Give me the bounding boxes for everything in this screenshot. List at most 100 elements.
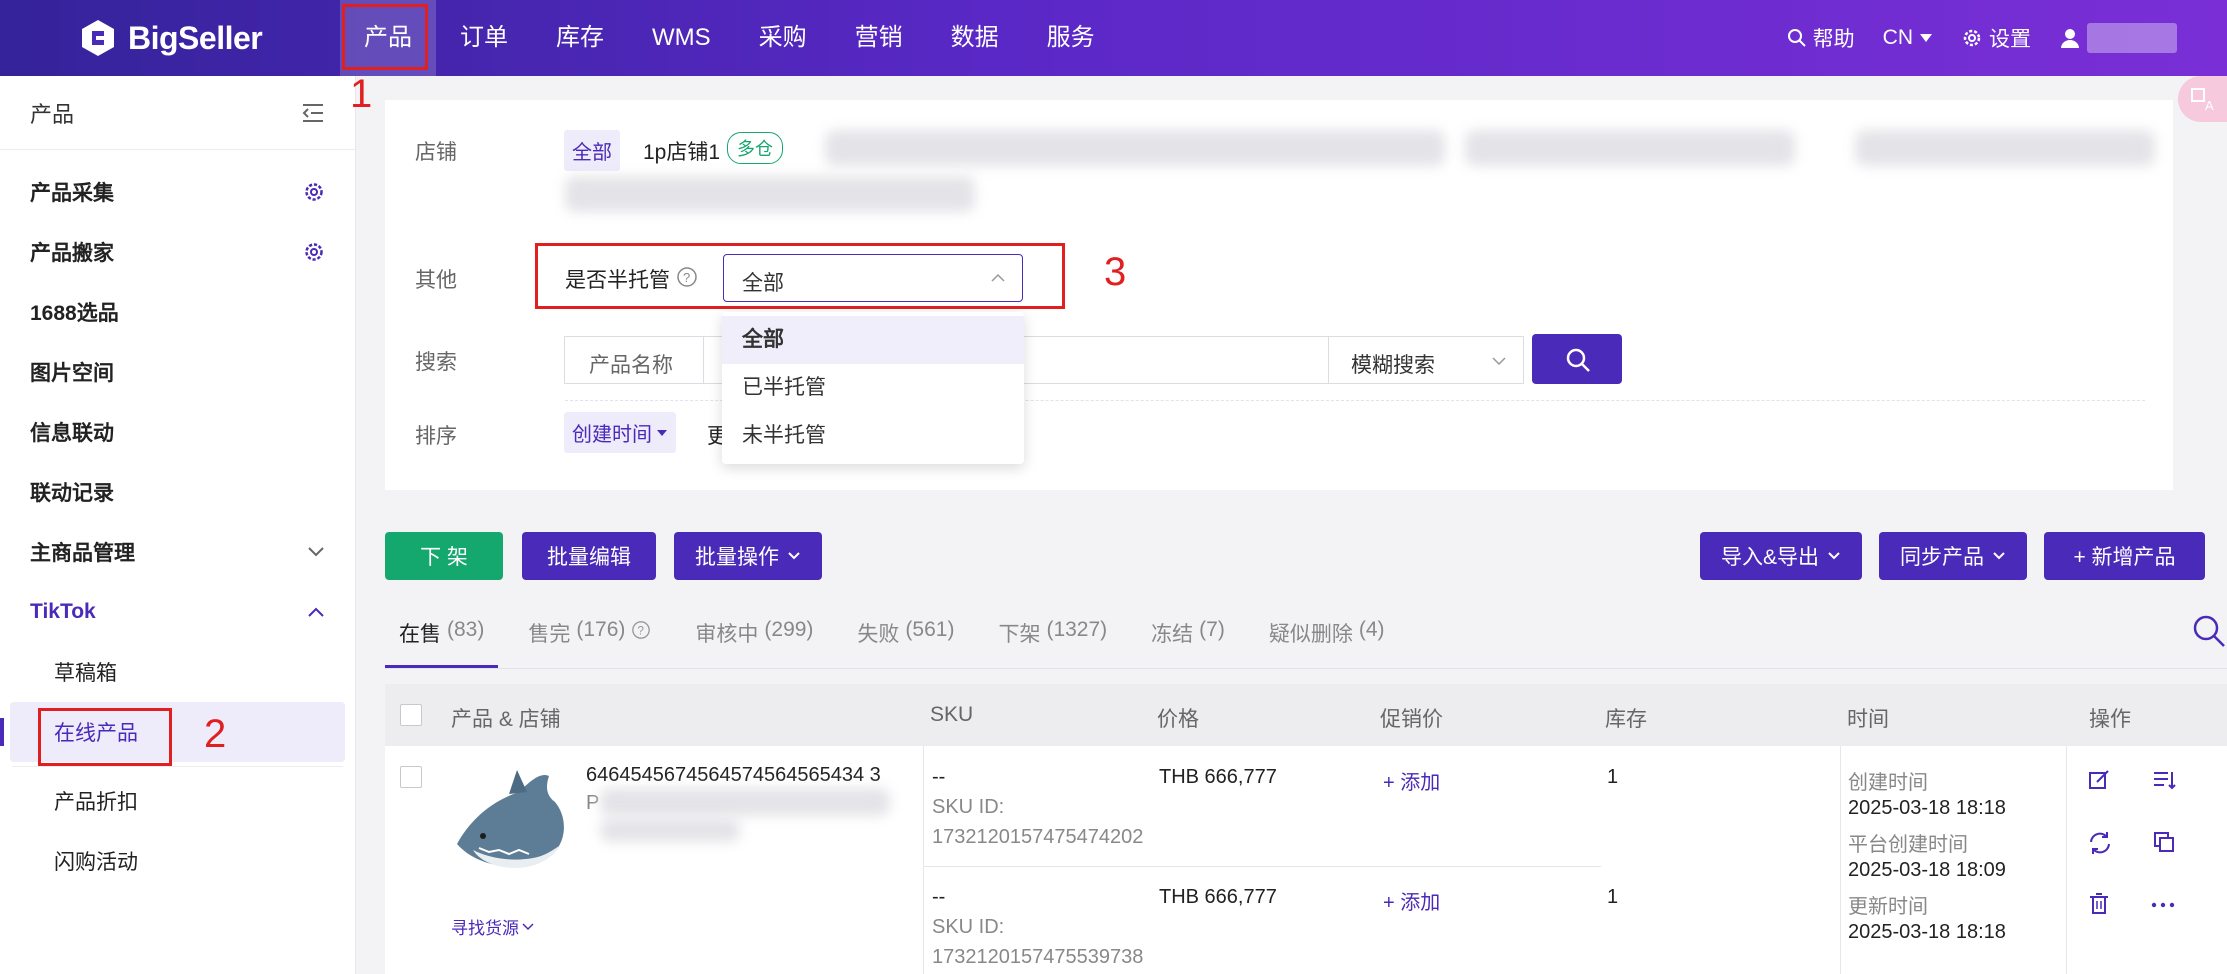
sidebar-item-flash-sales[interactable]: 闪购活动 [0,831,355,891]
help-circle-icon[interactable]: ? [631,620,651,640]
tab-sold-out[interactable]: 售完 (176) ? [514,618,665,668]
redacted-stores [825,130,1445,166]
nav-marketing[interactable]: 营销 [831,0,927,76]
find-source-label: 寻找货源 [451,919,519,938]
sidebar-item-discounts[interactable]: 产品折扣 [0,771,355,831]
nav-orders[interactable]: 订单 [436,0,532,76]
settings-label: 设置 [1989,28,2031,51]
user-menu[interactable] [2059,23,2177,53]
column-divider [1840,746,1841,974]
list-sort-icon[interactable] [2152,768,2176,792]
tab-frozen[interactable]: 冻结 (7) [1137,618,1239,668]
tab-count: (7) [1199,618,1225,641]
platform-time-value: 2025-03-18 18:09 [1848,859,2006,881]
column-divider [923,746,924,974]
sidebar-item-link-records[interactable]: 联动记录 [0,462,355,522]
refresh-icon[interactable] [2087,830,2113,856]
sync-products-label: 同步产品 [1900,546,1984,569]
import-export-button[interactable]: 导入&导出 [1700,532,1862,580]
sidebar-item-info-link[interactable]: 信息联动 [0,402,355,462]
other-label: 其他 [415,269,457,292]
sidebar-title: 产品 [30,101,75,127]
search-icon[interactable] [2192,614,2226,648]
annotation-box-2 [38,708,172,766]
logo[interactable]: BigSeller [78,18,263,58]
find-source-link[interactable]: 寻找货源 [451,914,534,939]
delist-button[interactable]: 下 架 [385,532,503,580]
gear-icon[interactable] [303,241,325,263]
add-product-button[interactable]: + 新增产品 [2044,532,2205,580]
dropdown-option-all[interactable]: 全部 [722,316,1024,364]
copy-icon[interactable] [2152,830,2176,854]
search-mode-select[interactable]: 模糊搜索 [1328,336,1524,384]
gear-icon[interactable] [303,181,325,203]
price-value: THB 666,777 [1159,766,1277,788]
product-thumbnail[interactable] [449,762,571,886]
chevron-down-icon [1828,552,1840,560]
nav-wms[interactable]: WMS [628,0,735,76]
more-options-icon[interactable] [2151,902,2175,908]
sidebar-item-label: 联动记录 [30,482,114,505]
sort-label: 排序 [415,425,457,448]
col-promo-price: 促销价 [1380,708,1443,731]
bulk-edit-button[interactable]: 批量编辑 [522,532,656,580]
tab-label: 审核中 [695,623,759,646]
edit-icon[interactable] [2087,768,2111,792]
language-selector[interactable]: CN [1883,26,1933,50]
stock-value: 1 [1607,886,1619,908]
sync-products-button[interactable]: 同步产品 [1879,532,2027,580]
sidebar-item-tiktok[interactable]: TikTok [0,582,355,642]
search-button[interactable] [1532,334,1622,384]
sidebar-item-collect[interactable]: 产品采集 [0,162,355,222]
sku-id-label: SKU ID: [932,916,1005,938]
tab-label: 售完 [528,623,571,646]
row-checkbox[interactable] [400,766,422,788]
annotation-box-1 [342,4,428,70]
dropdown-option-unmanaged[interactable]: 未半托管 [722,412,1024,460]
product-name[interactable]: P [586,792,599,815]
sort-created-time[interactable]: 创建时间 [564,412,676,453]
store-chip[interactable]: 1p店铺1 [643,136,720,166]
trash-icon[interactable] [2088,892,2110,916]
help-link[interactable]: 帮助 [1787,23,1855,53]
store-all-tag[interactable]: 全部 [564,130,620,171]
bulk-ops-button[interactable]: 批量操作 [674,532,822,580]
tab-suspected-deleted[interactable]: 疑似删除 (4) [1255,618,1399,668]
select-all-checkbox[interactable] [400,704,422,726]
nav-data[interactable]: 数据 [927,0,1023,76]
translate-float-button[interactable]: A [2178,76,2227,122]
settings-link[interactable]: 设置 [1961,23,2031,53]
sidebar-item-drafts[interactable]: 草稿箱 [0,642,355,702]
nav-purchase[interactable]: 采购 [735,0,831,76]
sidebar-header: 产品 [0,76,355,150]
tab-in-review[interactable]: 审核中 (299) [681,618,827,668]
add-promo-link[interactable]: + 添加 [1383,886,1440,915]
sidebar-item-label: 图片空间 [30,362,114,385]
tab-on-sale[interactable]: 在售 (83) [385,618,499,668]
sidebar-item-main-products[interactable]: 主商品管理 [0,522,355,582]
dropdown-option-managed[interactable]: 已半托管 [722,364,1024,412]
collapse-menu-icon[interactable] [301,102,325,124]
sidebar-item-image-space[interactable]: 图片空间 [0,342,355,402]
tab-failed[interactable]: 失败 (561) [843,618,968,668]
sidebar-item-1688[interactable]: 1688选品 [0,282,355,342]
add-promo-link[interactable]: + 添加 [1383,766,1440,795]
sort-created-label: 创建时间 [572,424,652,446]
col-sku: SKU [930,703,974,726]
redacted-stores [1465,130,1795,166]
tab-delisted[interactable]: 下架 (1327) [984,618,1121,668]
platform-time-label: 平台创建时间 [1848,834,1968,856]
nav-inventory[interactable]: 库存 [532,0,628,76]
main-nav: 产品 订单 库存 WMS 采购 营销 数据 服务 [340,0,1119,76]
nav-services[interactable]: 服务 [1023,0,1119,76]
tab-label: 疑似删除 [1268,623,1353,646]
top-right-tools: 帮助 CN 设置 [1787,0,2177,76]
redacted-product-name [600,788,890,816]
sku-row-divider [923,866,1601,867]
annotation-box-3 [535,243,1065,309]
sidebar-item-move[interactable]: 产品搬家 [0,222,355,282]
sidebar: 产品 产品采集 产品搬家 1688选品 图片空间 信息联动 联动记录 主商品管理… [0,76,356,974]
redacted-stores [1855,130,2155,166]
user-name-redacted [2087,23,2177,53]
search-field-select[interactable]: 产品名称 [564,336,704,384]
